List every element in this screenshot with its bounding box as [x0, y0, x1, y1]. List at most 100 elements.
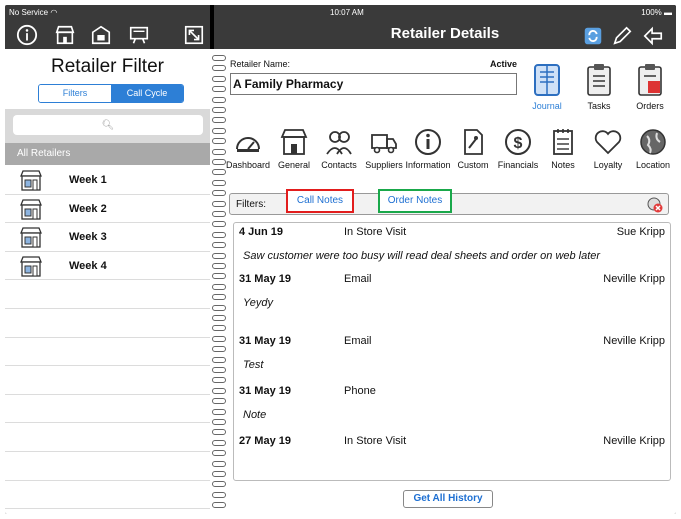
note-type: Phone — [344, 385, 376, 397]
note-date: 31 May 19 — [239, 335, 291, 347]
tool-label: Custom — [457, 160, 489, 170]
filter-segmented-control: Filters Call Cycle — [38, 84, 184, 103]
get-all-history-button[interactable]: Get All History — [403, 490, 493, 508]
tool-general[interactable]: General — [270, 127, 318, 170]
tool-label: Information — [405, 160, 451, 170]
empty-row — [5, 338, 210, 367]
spiral-ring — [212, 211, 226, 217]
spiral-ring — [212, 75, 226, 82]
spiral-ring — [212, 263, 226, 269]
battery-label: 100% — [641, 8, 662, 17]
note-type: In Store Visit — [344, 435, 407, 447]
spiral-ring — [212, 55, 226, 61]
edit-pencil-icon[interactable] — [611, 25, 633, 47]
sync-icon[interactable] — [582, 25, 604, 47]
call-notes-filter[interactable]: Call Notes — [286, 189, 354, 213]
week-list: Week 1 Week 2 Week 3 Week 4 — [5, 166, 210, 514]
note-type: In Store Visit — [344, 226, 407, 238]
app-frame: No Service ◠ Retailer Filter Filters Cal… — [5, 5, 676, 514]
tool-custom[interactable]: Custom — [449, 127, 497, 170]
store-icon — [20, 198, 42, 220]
page-title: Retailer Details — [390, 25, 500, 42]
journal-label: Journal — [532, 101, 562, 111]
segment-call-cycle[interactable]: Call Cycle — [111, 85, 183, 102]
search-bar-container: 🔍︎ — [5, 109, 210, 143]
back-arrow-icon[interactable] — [642, 25, 664, 47]
week-row-3[interactable]: Week 3 — [5, 223, 210, 252]
contacts-people-icon — [326, 131, 352, 155]
expand-icon[interactable] — [182, 23, 206, 47]
spiral-ring — [212, 408, 226, 415]
spiral-ring — [212, 242, 226, 249]
tool-label: Contacts — [321, 160, 357, 170]
clear-filter-icon[interactable] — [646, 196, 664, 214]
carrier-status: No Service ◠ — [9, 8, 57, 17]
left-toolbar: No Service ◠ — [5, 5, 210, 49]
week-label: Week 3 — [69, 231, 107, 244]
spiral-ring — [212, 252, 226, 259]
tasks-icon — [587, 64, 611, 96]
week-label: Week 1 — [69, 174, 107, 186]
note-text: Yeydy — [243, 297, 273, 309]
tool-loyalty[interactable]: Loyalty — [584, 127, 632, 170]
spiral-ring — [212, 325, 226, 332]
note-text: Test — [243, 359, 264, 371]
week-row-2[interactable]: Week 2 — [5, 195, 210, 224]
all-retailers-header[interactable]: All Retailers — [5, 143, 210, 165]
order-notes-filter[interactable]: Order Notes — [378, 189, 452, 213]
search-input[interactable]: 🔍︎ — [13, 115, 203, 135]
empty-row — [5, 309, 210, 338]
tool-label: General — [277, 160, 311, 170]
dashboard-gauge-icon — [236, 137, 260, 152]
spiral-ring — [212, 346, 226, 353]
store-icon — [280, 129, 308, 155]
custom-document-icon — [464, 129, 483, 155]
left-toolbar-icons — [5, 21, 210, 47]
journal-button[interactable]: Journal — [524, 63, 570, 111]
empty-row — [5, 366, 210, 395]
presentation-board-icon[interactable] — [127, 23, 151, 47]
info-icon[interactable] — [15, 23, 39, 47]
spiral-ring — [212, 439, 226, 446]
empty-row — [5, 395, 210, 424]
note-author: Neville Kripp — [603, 435, 665, 447]
week-row-4[interactable]: Week 4 — [5, 252, 210, 281]
week-row-1[interactable]: Week 1 — [5, 166, 210, 195]
tool-contacts[interactable]: Contacts — [315, 127, 363, 170]
right-toolbar: 10:07 AM 100% ▬ Retailer Details — [214, 5, 676, 49]
note-author: Neville Kripp — [603, 335, 665, 347]
tool-label: Loyalty — [593, 160, 623, 170]
tool-notes[interactable]: Notes — [539, 127, 587, 170]
spiral-ring — [212, 169, 226, 176]
store-icon[interactable] — [53, 23, 77, 47]
spiral-ring — [212, 481, 226, 488]
note-author: Sue Kripp — [616, 226, 665, 238]
retailer-details-panel: Retailer Name: Active A Family Pharmacy … — [226, 49, 676, 514]
spiral-ring — [212, 377, 226, 384]
tool-label: Notes — [551, 160, 575, 170]
tool-dashboard[interactable]: Dashboard — [224, 127, 272, 170]
warehouse-icon[interactable] — [89, 23, 113, 47]
orders-button[interactable]: Orders — [627, 63, 673, 111]
tool-information[interactable]: Information — [404, 127, 452, 170]
delivery-truck-icon — [371, 134, 397, 154]
svg-text:$: $ — [514, 135, 523, 152]
spiral-ring — [212, 304, 226, 311]
notes-filter-bar: Filters: Call Notes Order Notes — [229, 189, 669, 215]
clock: 10:07 AM — [330, 8, 364, 17]
tool-suppliers[interactable]: Suppliers — [360, 127, 408, 170]
tool-location[interactable]: Location — [629, 127, 676, 170]
spiral-ring — [212, 200, 226, 207]
note-author: Neville Kripp — [603, 273, 665, 285]
notes-notepad-icon — [553, 129, 573, 155]
notebook-spiral-divider — [210, 49, 228, 514]
globe-icon — [640, 129, 666, 155]
note-text: Note — [243, 409, 267, 421]
retailer-name-field[interactable]: A Family Pharmacy — [230, 73, 517, 95]
tool-financials[interactable]: $ Financials — [494, 127, 542, 170]
segment-filters[interactable]: Filters — [39, 85, 111, 102]
tasks-button[interactable]: Tasks — [576, 63, 622, 111]
battery-status: 100% ▬ — [641, 8, 672, 17]
spiral-ring — [212, 86, 226, 93]
battery-icon: ▬ — [664, 8, 672, 17]
